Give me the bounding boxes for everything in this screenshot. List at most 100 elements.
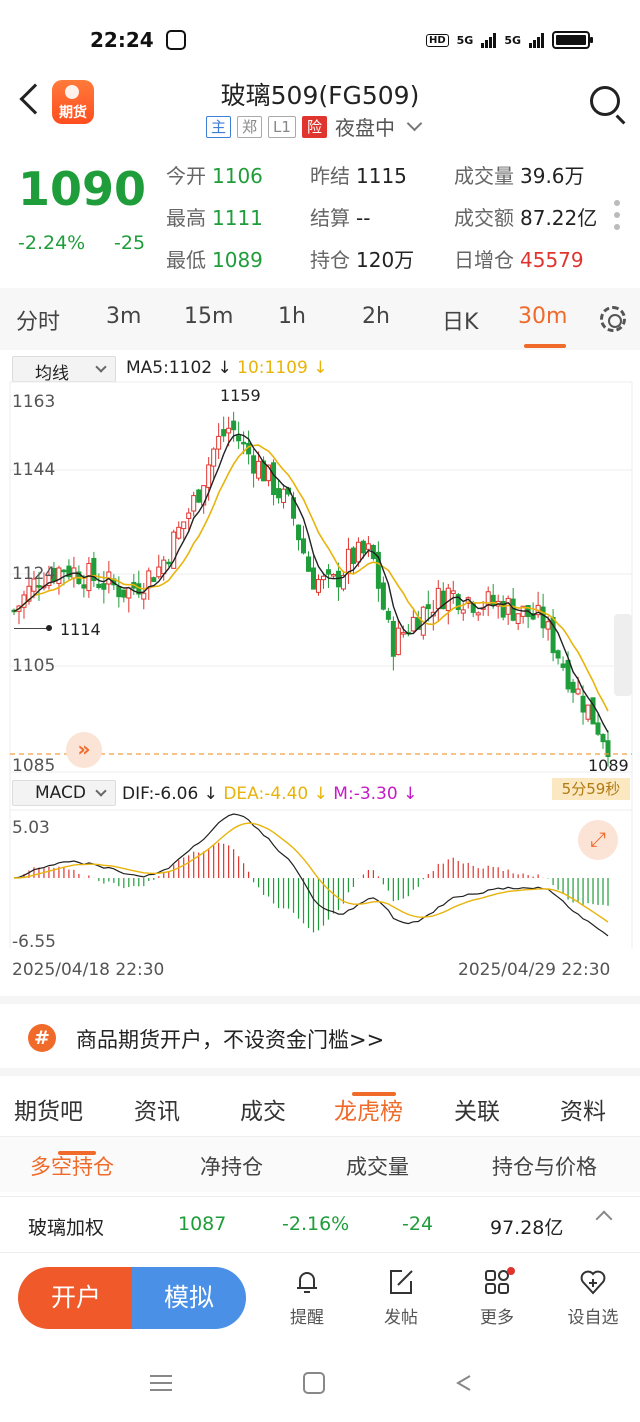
promo-banner[interactable]: # 商品期货开户，不设资金门槛>> <box>0 996 640 1068</box>
net-label-2: 5G <box>504 33 521 47</box>
app-notification-icon <box>166 30 186 50</box>
nav-profile[interactable]: 资料 <box>560 1092 606 1126</box>
tab-3m[interactable]: 3m <box>106 304 141 329</box>
macd-select[interactable]: MACD <box>12 780 116 806</box>
post-label: 发帖 <box>384 1308 418 1328</box>
nav-ranking[interactable]: 龙虎榜 <box>334 1092 403 1126</box>
chevron-up-icon[interactable] <box>595 1210 613 1228</box>
signal-icon-2 <box>529 32 544 48</box>
candle-body <box>186 512 192 519</box>
home-icon[interactable] <box>303 1372 325 1394</box>
candle-body <box>126 587 132 599</box>
contract-tags: 主 郑 L1 险 夜盘中 <box>206 112 423 141</box>
candle-body <box>435 587 441 610</box>
jump-right-icon[interactable]: » <box>66 732 102 768</box>
candle-body <box>325 569 331 575</box>
date-end: 2025/04/29 22:30 <box>458 960 611 980</box>
field-prev-settle: 昨结 1115 <box>310 164 407 188</box>
post-button[interactable]: 发帖 <box>366 1267 436 1328</box>
field-settle: 结算 -- <box>310 206 371 230</box>
nav-news[interactable]: 资讯 <box>134 1092 180 1126</box>
candle-body <box>226 427 232 434</box>
candle-body <box>315 579 321 593</box>
grid-icon <box>482 1267 515 1297</box>
tab-15m[interactable]: 15m <box>184 304 233 329</box>
subnav-oi-price[interactable]: 持仓与价格 <box>492 1151 597 1181</box>
status-time: 22:24 <box>90 28 154 52</box>
candle-body <box>555 650 561 659</box>
quote-panel: 1090 -2.24% -25 今开 1106 昨结 1115 成交量 39.6万 最… <box>0 148 640 288</box>
candle-body <box>166 561 172 565</box>
candle-body <box>176 526 182 539</box>
kline-chart[interactable]: 均线 MA5:1102 ↓ 10:1109 ↓ 1163 1144 1124 1… <box>0 352 640 992</box>
hd-icon: HD <box>425 33 449 47</box>
candle-body <box>156 566 162 578</box>
nav-forum[interactable]: 期货吧 <box>14 1092 83 1126</box>
candle-body <box>510 598 516 621</box>
back-nav-icon[interactable] <box>456 1375 471 1391</box>
more-button[interactable]: 更多 <box>462 1267 532 1328</box>
bottom-bar: 开户 模拟 提醒 发帖 更多 设自选 <box>0 1252 640 1342</box>
nav-trades[interactable]: 成交 <box>240 1092 286 1126</box>
add-watchlist-button[interactable]: 设自选 <box>558 1267 628 1328</box>
candle-body <box>191 495 197 512</box>
dea-line <box>13 822 609 923</box>
search-icon[interactable] <box>590 86 620 116</box>
index-change: -24 <box>402 1213 434 1235</box>
open-account-button[interactable]: 开户 <box>18 1267 134 1329</box>
status-bar: 22:24 HD 5G 5G <box>0 0 640 80</box>
net-label-1: 5G <box>456 33 474 47</box>
candle-body <box>445 587 451 612</box>
gear-icon[interactable] <box>600 306 626 332</box>
candle-body <box>181 521 187 530</box>
tab-30m[interactable]: 30m <box>518 304 567 329</box>
tab-2h[interactable]: 2h <box>362 304 390 329</box>
more-dots-icon[interactable] <box>614 200 620 236</box>
remind-label: 提醒 <box>290 1308 324 1328</box>
nav-related[interactable]: 关联 <box>454 1092 500 1126</box>
index-row[interactable]: 玻璃加权 1087 -2.16% -24 97.28亿 <box>0 1196 640 1252</box>
field-open: 今开 1106 <box>166 164 263 188</box>
tab-daily[interactable]: 日K <box>442 304 478 336</box>
candle-body <box>276 488 282 499</box>
simulate-button[interactable]: 模拟 <box>132 1267 246 1329</box>
date-start: 2025/04/18 22:30 <box>12 960 165 980</box>
menu-icon[interactable] <box>150 1375 172 1391</box>
high-label: 1159 <box>220 386 261 405</box>
tag-main: 主 <box>206 115 232 138</box>
expand-icon[interactable]: ⤢ <box>578 820 618 860</box>
index-name: 玻璃加权 <box>28 1217 105 1239</box>
candle-body <box>395 627 401 656</box>
remind-button[interactable]: 提醒 <box>272 1267 342 1328</box>
subnav-volume[interactable]: 成交量 <box>346 1151 409 1181</box>
candle-body <box>146 570 152 589</box>
promo-text[interactable]: 商品期货开户，不设资金门槛>> <box>76 1024 384 1054</box>
candle-body <box>390 620 396 657</box>
subnav-net[interactable]: 净持仓 <box>200 1151 263 1181</box>
m-label: M:-3.30 <box>333 784 398 804</box>
candle-body <box>575 688 581 695</box>
add-watchlist-label: 设自选 <box>567 1308 619 1328</box>
candle-body <box>560 663 566 668</box>
candle-body <box>281 488 287 503</box>
session-status[interactable]: 夜盘中 <box>335 112 395 141</box>
tab-1h[interactable]: 1h <box>278 304 306 329</box>
candle-body <box>450 590 456 594</box>
divider <box>0 1068 640 1076</box>
status-icons: HD 5G 5G <box>425 31 593 49</box>
system-nav <box>0 1360 640 1422</box>
candle-body <box>151 577 157 583</box>
candle-body <box>515 613 521 624</box>
change-value: -25 <box>114 232 146 254</box>
tag-level: L1 <box>268 115 296 138</box>
candle-body <box>570 681 576 693</box>
subnav-long-short[interactable]: 多空持仓 <box>30 1151 114 1181</box>
change-percent: -2.24% <box>18 232 86 254</box>
y-tick-5: 1085 <box>12 756 56 776</box>
candle-body <box>320 575 326 581</box>
chart-scroll-handle[interactable] <box>614 614 632 696</box>
candle-body <box>301 538 307 554</box>
chevron-down-icon[interactable] <box>406 115 423 132</box>
candle-body <box>206 464 212 488</box>
tab-timeshare[interactable]: 分时 <box>16 304 60 336</box>
